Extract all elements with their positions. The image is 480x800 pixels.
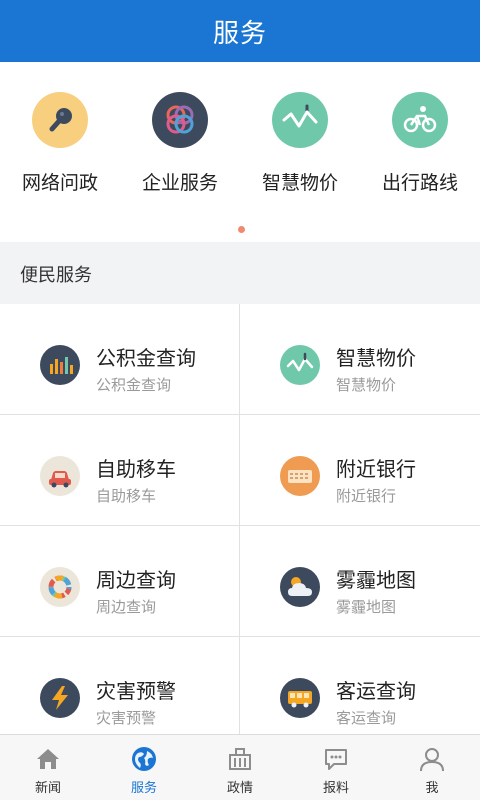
page-title: 服务 bbox=[212, 18, 267, 49]
quick-item-label: 网络问政 bbox=[21, 172, 98, 194]
price-trend-icon bbox=[272, 92, 328, 148]
bottom-tab-bar: 新闻 服务 政情 报料 我 bbox=[0, 734, 480, 800]
top-bar: 服务 bbox=[0, 0, 480, 62]
equalizer-icon bbox=[40, 345, 80, 385]
service-subtitle: 灾害预警 bbox=[96, 709, 157, 727]
service-item-smog-map[interactable]: 雾霾地图 雾霾地图 bbox=[240, 526, 480, 637]
bus-icon bbox=[280, 678, 320, 718]
service-subtitle: 雾霾地图 bbox=[336, 598, 397, 616]
user-icon bbox=[418, 745, 446, 773]
chat-bubble-icon bbox=[322, 745, 350, 773]
service-subtitle: 自助移车 bbox=[96, 487, 157, 505]
tab-report[interactable]: 报料 bbox=[288, 735, 384, 800]
service-title: 雾霾地图 bbox=[336, 568, 416, 592]
car-icon bbox=[40, 456, 80, 496]
tab-label: 我 bbox=[425, 781, 439, 796]
rings-icon bbox=[152, 92, 208, 148]
service-item-disaster-warning[interactable]: 灾害预警 灾害预警 bbox=[0, 637, 240, 734]
quick-item-enterprise[interactable]: 企业服务 bbox=[120, 92, 240, 195]
quick-item-label: 出行路线 bbox=[381, 172, 458, 194]
price-trend-icon bbox=[280, 345, 320, 385]
quick-item-travel-route[interactable]: 出行路线 bbox=[360, 92, 480, 195]
service-title: 智慧物价 bbox=[336, 346, 416, 370]
service-subtitle: 周边查询 bbox=[96, 598, 157, 616]
section-title: 便民服务 bbox=[20, 265, 92, 286]
building-icon bbox=[226, 745, 254, 773]
service-title: 自助移车 bbox=[96, 457, 176, 481]
lightning-icon bbox=[40, 678, 80, 718]
cloud-sun-icon bbox=[280, 567, 320, 607]
services-grid: 公积金查询 公积金查询 智慧物价 智慧物价 自助移车 自助移车 附近银行 附近银… bbox=[0, 304, 480, 734]
tab-label: 报料 bbox=[322, 781, 349, 796]
globe-icon bbox=[130, 745, 158, 773]
service-item-housing-fund[interactable]: 公积金查询 公积金查询 bbox=[0, 304, 240, 415]
home-icon bbox=[34, 745, 62, 773]
service-item-smart-price[interactable]: 智慧物价 智慧物价 bbox=[240, 304, 480, 415]
quick-item-smart-price[interactable]: 智慧物价 bbox=[240, 92, 360, 195]
page-indicator-dot bbox=[238, 226, 245, 233]
tab-label: 政情 bbox=[226, 781, 253, 796]
service-item-bus-query[interactable]: 客运查询 客运查询 bbox=[240, 637, 480, 734]
section-header: 便民服务 bbox=[0, 242, 480, 306]
service-title: 附近银行 bbox=[336, 457, 416, 481]
tab-label: 服务 bbox=[130, 781, 157, 796]
service-title: 公积金查询 bbox=[96, 346, 196, 370]
service-subtitle: 附近银行 bbox=[336, 487, 397, 505]
tab-me[interactable]: 我 bbox=[384, 735, 480, 800]
quick-item-label: 企业服务 bbox=[141, 172, 218, 194]
service-title: 灾害预警 bbox=[96, 679, 176, 703]
bank-card-icon bbox=[280, 456, 320, 496]
quick-item-online-politics[interactable]: 网络问政 bbox=[0, 92, 120, 195]
service-item-nearby-search[interactable]: 周边查询 周边查询 bbox=[0, 526, 240, 637]
tab-label: 新闻 bbox=[34, 781, 61, 796]
microphone-icon bbox=[32, 92, 88, 148]
service-subtitle: 客运查询 bbox=[336, 709, 397, 727]
service-item-self-move-car[interactable]: 自助移车 自助移车 bbox=[0, 415, 240, 526]
service-item-nearby-bank[interactable]: 附近银行 附近银行 bbox=[240, 415, 480, 526]
quick-services: 网络问政 企业服务 智慧物价 出行路线 bbox=[0, 62, 480, 242]
service-subtitle: 公积金查询 bbox=[96, 376, 172, 394]
quick-item-label: 智慧物价 bbox=[261, 172, 338, 194]
tab-news[interactable]: 新闻 bbox=[0, 735, 96, 800]
tab-services[interactable]: 服务 bbox=[96, 735, 192, 800]
color-wheel-icon bbox=[40, 567, 80, 607]
service-subtitle: 智慧物价 bbox=[336, 376, 397, 394]
tab-politics[interactable]: 政情 bbox=[192, 735, 288, 800]
bicycle-icon bbox=[392, 92, 448, 148]
service-title: 客运查询 bbox=[336, 679, 416, 703]
service-title: 周边查询 bbox=[96, 568, 176, 592]
